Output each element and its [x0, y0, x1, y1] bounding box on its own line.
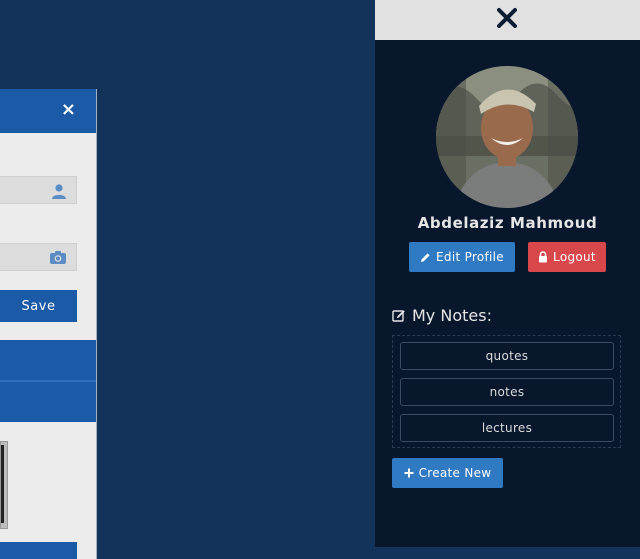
edit-profile-modal: × Save: [0, 89, 97, 559]
sidebar-close-button[interactable]: [496, 7, 518, 33]
avatar-upload-field[interactable]: [0, 243, 77, 271]
username-field[interactable]: [0, 176, 77, 204]
sidebar-top-bar: [375, 0, 640, 40]
lock-icon: [539, 251, 548, 263]
edit-note-icon: [392, 309, 405, 322]
logout-button[interactable]: Logout: [528, 242, 606, 272]
modal-header: ×: [0, 89, 96, 133]
create-new-note-button[interactable]: Create New: [392, 458, 503, 488]
edit-profile-button[interactable]: Edit Profile: [409, 242, 515, 272]
close-icon: [497, 8, 517, 28]
note-item-notes[interactable]: notes: [400, 378, 614, 406]
camera-icon: [50, 251, 66, 264]
plus-icon: [404, 468, 414, 478]
user-icon: [52, 184, 66, 199]
edit-profile-label: Edit Profile: [436, 250, 504, 264]
note-item-quotes[interactable]: quotes: [400, 342, 614, 370]
notes-heading: My Notes:: [392, 306, 492, 325]
save-button[interactable]: Save: [0, 290, 77, 322]
create-new-label: Create New: [418, 466, 492, 480]
note-item-lectures[interactable]: lectures: [400, 414, 614, 442]
modal-close-button[interactable]: ×: [61, 101, 76, 119]
modal-bottom-button[interactable]: [0, 542, 77, 559]
modal-section-bar: [0, 340, 96, 380]
notes-heading-text: My Notes:: [412, 306, 492, 325]
logout-label: Logout: [553, 250, 596, 264]
image-preview: [0, 441, 8, 529]
profile-user-name: Abdelaziz Mahmoud: [417, 214, 598, 232]
modal-section-bar: [0, 382, 96, 422]
profile-sidebar: Abdelaziz Mahmoud Edit Profile Logout My…: [375, 0, 640, 547]
notes-list: quotes notes lectures: [392, 335, 621, 448]
avatar: [436, 66, 578, 208]
pencil-icon: [421, 252, 430, 262]
